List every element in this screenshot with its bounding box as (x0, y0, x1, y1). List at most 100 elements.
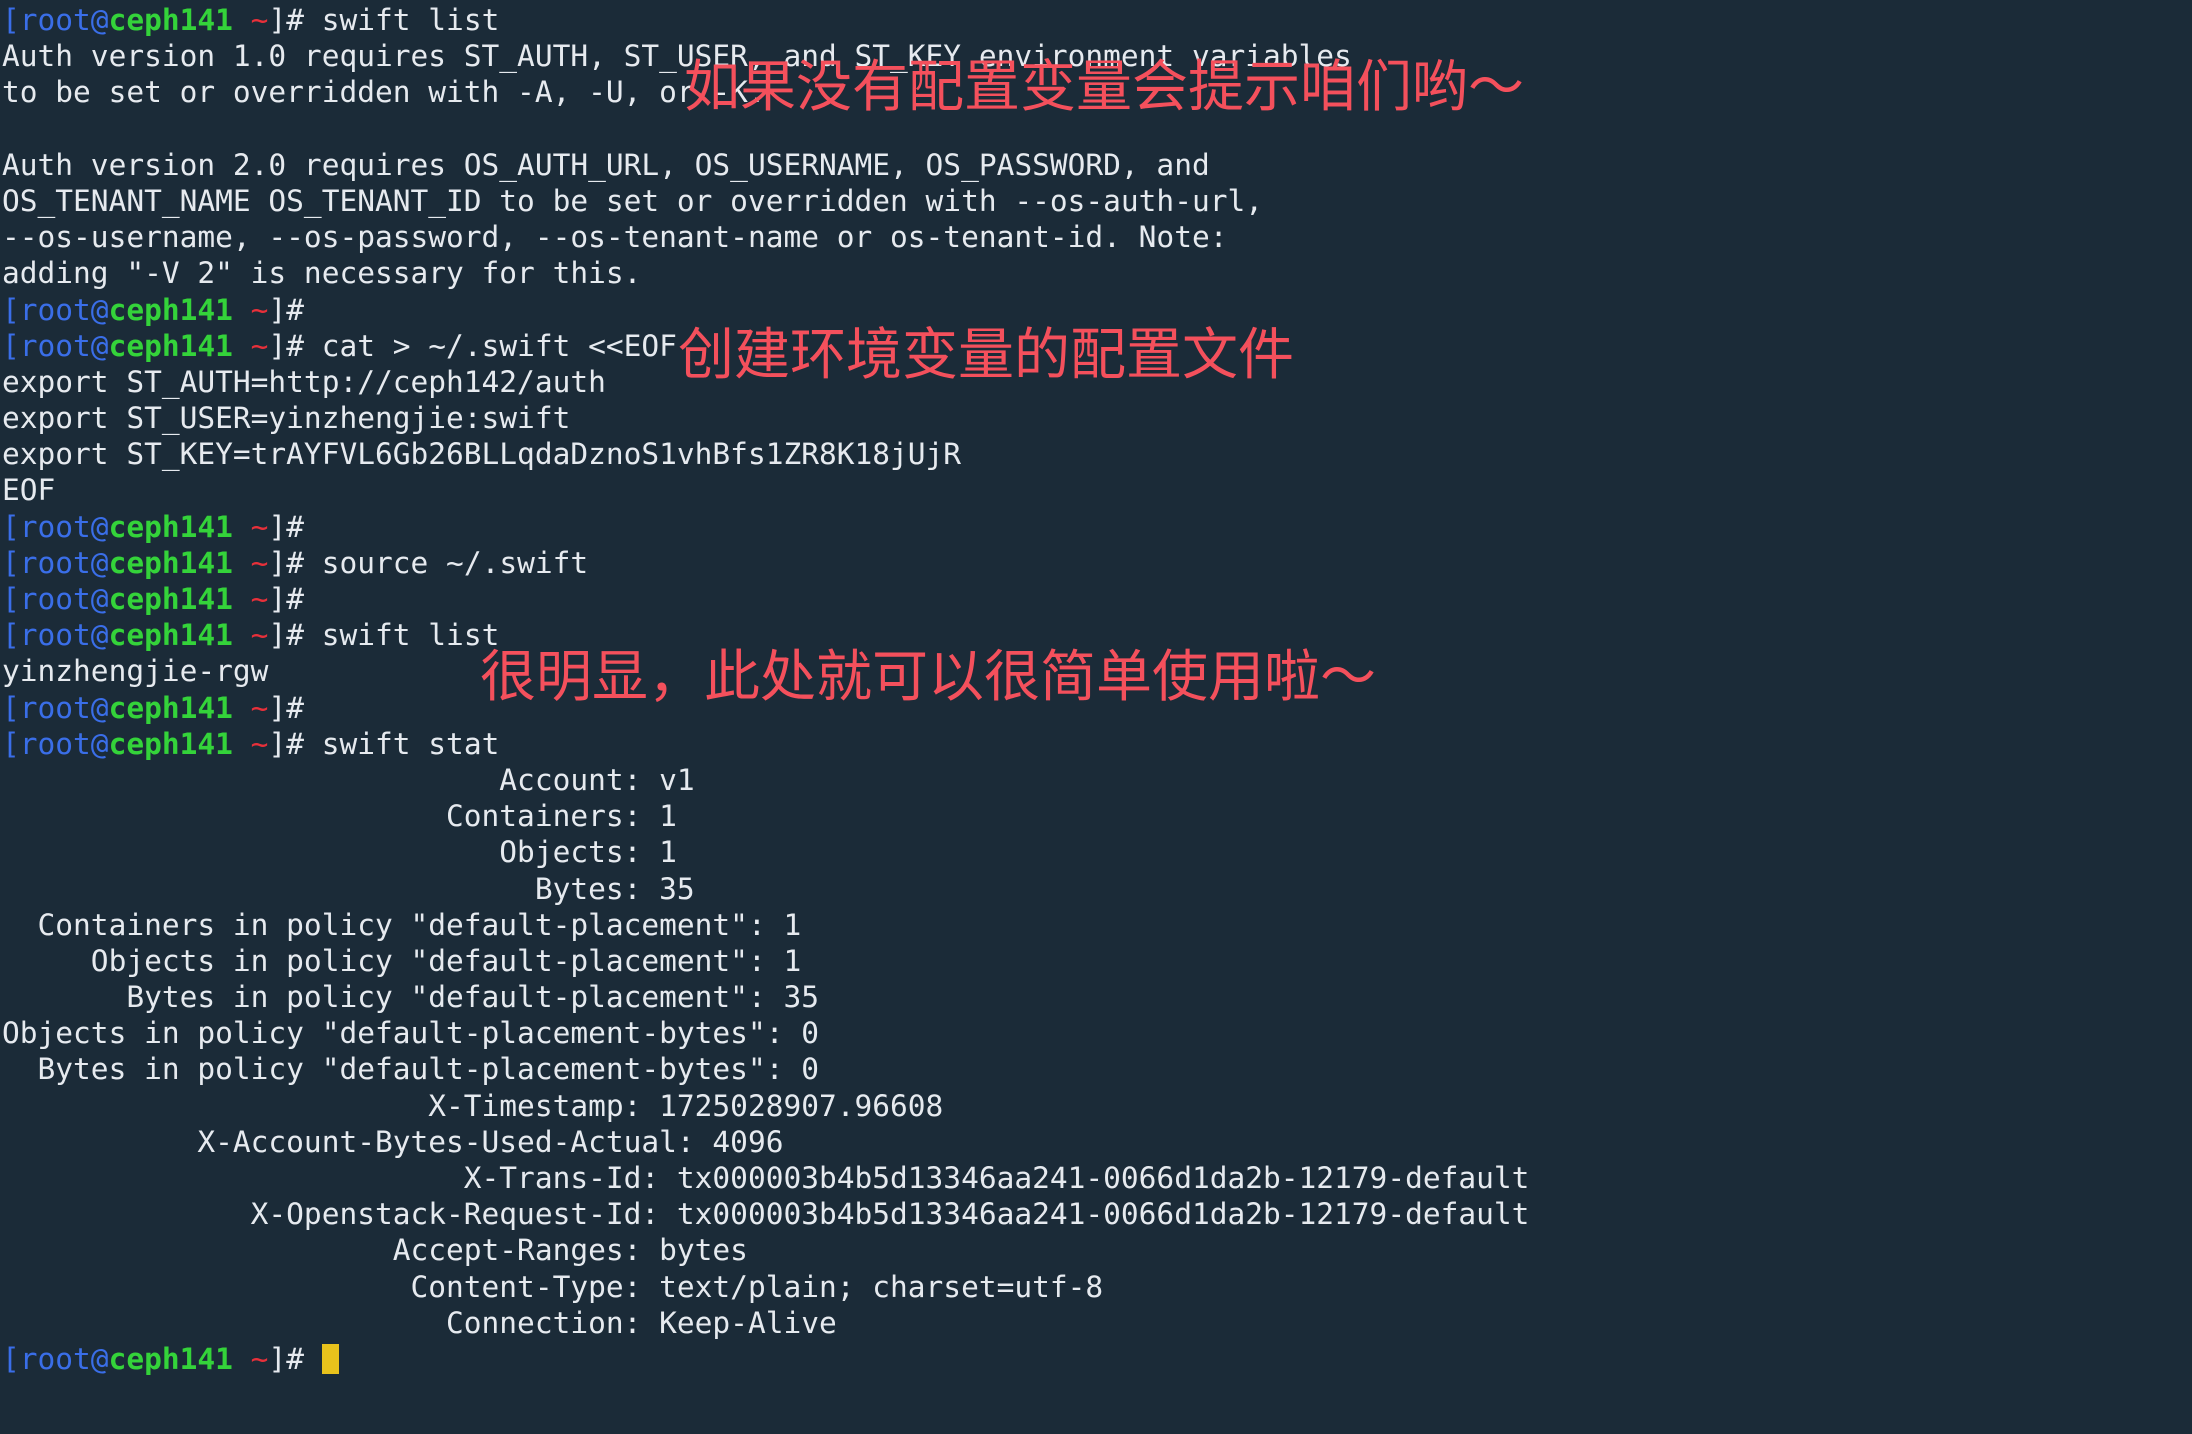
terminal-output-text: Bytes in policy "default-placement-bytes… (2, 1052, 819, 1087)
terminal-output-text: X-Trans-Id: tx000003b4b5d13346aa241-0066… (2, 1161, 1530, 1195)
terminal-output-text (2, 112, 20, 146)
prompt-host: ceph141 (108, 328, 233, 363)
prompt-bracket-open: [ (2, 328, 20, 363)
terminal-window: [root@ceph141 ~]# swift list Auth version… (0, 0, 2192, 1434)
prompt-sigil: ]# (268, 1341, 322, 1376)
prompt-sigil: ]# (268, 582, 322, 616)
prompt-user: root@ (19, 292, 109, 327)
prompt-sigil: ]# (268, 726, 322, 761)
prompt-sigil: ]# (268, 328, 322, 363)
prompt-path: ~ (232, 328, 269, 363)
prompt-path: ~ (232, 726, 269, 761)
prompt-bracket-open: [ (2, 726, 20, 761)
terminal-output-text: X-Timestamp: 1725028907.96608 (2, 1088, 944, 1123)
terminal-output-text: yinzhengjie-rgw (2, 654, 269, 689)
terminal-output-text: OS_TENANT_NAME OS_TENANT_ID to be set or… (2, 183, 1263, 218)
terminal-output-text: Objects: 1 (2, 835, 677, 870)
terminal-command: source ~/.swift (321, 545, 589, 580)
terminal-output-line: export ST_KEY=trAYFVL6Gb26BLLqdaDznoS1vh… (0, 436, 2192, 472)
terminal-prompt-line: [root@ceph141 ~]# swift list (0, 2, 2192, 38)
prompt-path: ~ (232, 3, 269, 37)
prompt-path: ~ (232, 1341, 269, 1376)
terminal-output-line: Bytes in policy "default-placement": 35 (0, 979, 2192, 1015)
prompt-host: ceph141 (108, 545, 233, 580)
terminal-output-line: Containers: 1 (0, 798, 2192, 834)
terminal-output-line: Content-Type: text/plain; charset=utf-8 (0, 1269, 2192, 1305)
terminal-command: swift list (321, 3, 500, 37)
prompt-bracket-open: [ (2, 292, 20, 327)
terminal-output-line: export ST_USER=yinzhengjie:swift (0, 400, 2192, 436)
annotation-missing-env-vars: 如果没有配置变量会提示咱们哟～ (684, 55, 1524, 120)
prompt-bracket-open: [ (2, 545, 20, 580)
terminal-output-line: EOF (0, 472, 2192, 508)
terminal-output-line: adding "-V 2" is necessary for this. (0, 255, 2192, 291)
terminal-prompt-line: [root@ceph141 ~]# (0, 581, 2192, 617)
text-cursor (321, 1343, 339, 1374)
terminal-command: swift list (321, 618, 500, 653)
prompt-host: ceph141 (108, 292, 233, 327)
terminal-output-text: Bytes: 35 (2, 871, 695, 906)
terminal-output-line: Accept-Ranges: bytes (0, 1232, 2192, 1268)
prompt-sigil: ]# (268, 3, 322, 37)
terminal-output-text: Bytes in policy "default-placement": 35 (2, 980, 819, 1015)
terminal-output-line: OS_TENANT_NAME OS_TENANT_ID to be set or… (0, 183, 2192, 219)
prompt-bracket-open: [ (2, 1341, 20, 1376)
prompt-sigil: ]# (268, 545, 322, 580)
prompt-host: ceph141 (108, 618, 233, 653)
prompt-bracket-open: [ (2, 582, 20, 616)
terminal-output-text: export ST_USER=yinzhengjie:swift (2, 401, 571, 436)
terminal-output-text: EOF (2, 473, 56, 508)
prompt-path: ~ (232, 292, 269, 327)
prompt-user: root@ (19, 509, 109, 544)
prompt-sigil: ]# (268, 509, 322, 544)
prompt-host: ceph141 (108, 1341, 233, 1376)
prompt-sigil: ]# (268, 690, 322, 725)
terminal-output-text: Objects in policy "default-placement": 1 (2, 943, 802, 978)
terminal-output-text: Objects in policy "default-placement-byt… (2, 1016, 819, 1051)
terminal-output-line: Bytes: 35 (0, 871, 2192, 907)
prompt-user: root@ (19, 328, 109, 363)
terminal-output-line: X-Trans-Id: tx000003b4b5d13346aa241-0066… (0, 1160, 2192, 1196)
prompt-user: root@ (19, 3, 109, 37)
terminal-output-text: Connection: Keep-Alive (2, 1305, 837, 1340)
terminal-output-line: Bytes in policy "default-placement-bytes… (0, 1051, 2192, 1087)
terminal-output-text: Content-Type: text/plain; charset=utf-8 (2, 1269, 1104, 1304)
prompt-bracket-open: [ (2, 690, 20, 725)
terminal-output-line: Connection: Keep-Alive (0, 1305, 2192, 1341)
prompt-host: ceph141 (108, 582, 233, 616)
terminal-output-line: Account: v1 (0, 762, 2192, 798)
terminal-command: swift stat (321, 726, 500, 761)
terminal-output-text: Containers: 1 (2, 799, 677, 834)
prompt-bracket-open: [ (2, 3, 20, 37)
terminal-output-line: Containers in policy "default-placement"… (0, 907, 2192, 943)
terminal-output-text: export ST_AUTH=http://ceph142/auth (2, 364, 606, 399)
prompt-host: ceph141 (108, 509, 233, 544)
terminal-output-text: X-Account-Bytes-Used-Actual: 4096 (2, 1124, 784, 1159)
terminal-output-text: Containers in policy "default-placement"… (2, 907, 802, 942)
terminal-output-text: adding "-V 2" is necessary for this. (2, 256, 642, 291)
terminal-output-text: Auth version 2.0 requires OS_AUTH_URL, O… (2, 147, 1210, 182)
prompt-host: ceph141 (108, 726, 233, 761)
prompt-path: ~ (232, 618, 269, 653)
terminal-output-text: X-Openstack-Request-Id: tx000003b4b5d133… (2, 1197, 1530, 1232)
terminal-command: cat > ~/.swift <<EOF (321, 328, 677, 363)
prompt-sigil: ]# (268, 292, 322, 327)
terminal-output-line: X-Openstack-Request-Id: tx000003b4b5d133… (0, 1196, 2192, 1232)
terminal-output-line: Objects: 1 (0, 834, 2192, 870)
terminal-output-text: to be set or overridden with -A, -U, or … (2, 75, 766, 110)
prompt-bracket-open: [ (2, 618, 20, 653)
prompt-sigil: ]# (268, 618, 322, 653)
annotation-create-env-file: 创建环境变量的配置文件 (678, 323, 1294, 388)
prompt-bracket-open: [ (2, 509, 20, 544)
prompt-user: root@ (19, 690, 109, 725)
terminal-output-text: --os-username, --os-password, --os-tenan… (2, 220, 1228, 255)
prompt-user: root@ (19, 545, 109, 580)
prompt-user: root@ (19, 726, 109, 761)
prompt-path: ~ (232, 690, 269, 725)
prompt-path: ~ (232, 545, 269, 580)
terminal-output-text: Accept-Ranges: bytes (2, 1233, 748, 1268)
terminal-prompt-line: [root@ceph141 ~]# (0, 509, 2192, 545)
terminal-output-line: X-Timestamp: 1725028907.96608 (0, 1088, 2192, 1124)
prompt-user: root@ (19, 618, 109, 653)
terminal-output-text: export ST_KEY=trAYFVL6Gb26BLLqdaDznoS1vh… (2, 437, 962, 472)
